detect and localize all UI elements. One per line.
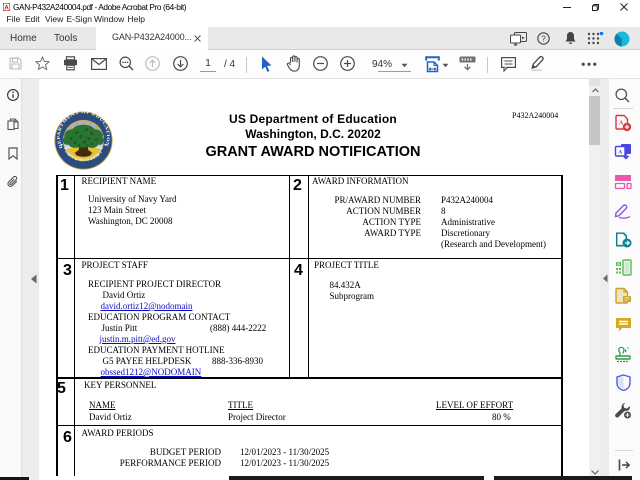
svg-text:A: A: [618, 150, 622, 156]
svg-text:A: A: [4, 5, 9, 11]
svg-text:?: ?: [541, 34, 546, 43]
svg-text:X: X: [617, 262, 620, 267]
